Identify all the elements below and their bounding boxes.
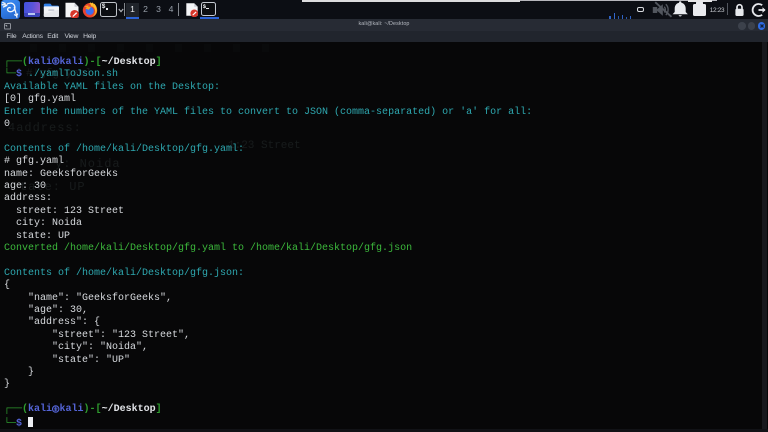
svg-text:12:23: 12:23 (710, 7, 725, 14)
